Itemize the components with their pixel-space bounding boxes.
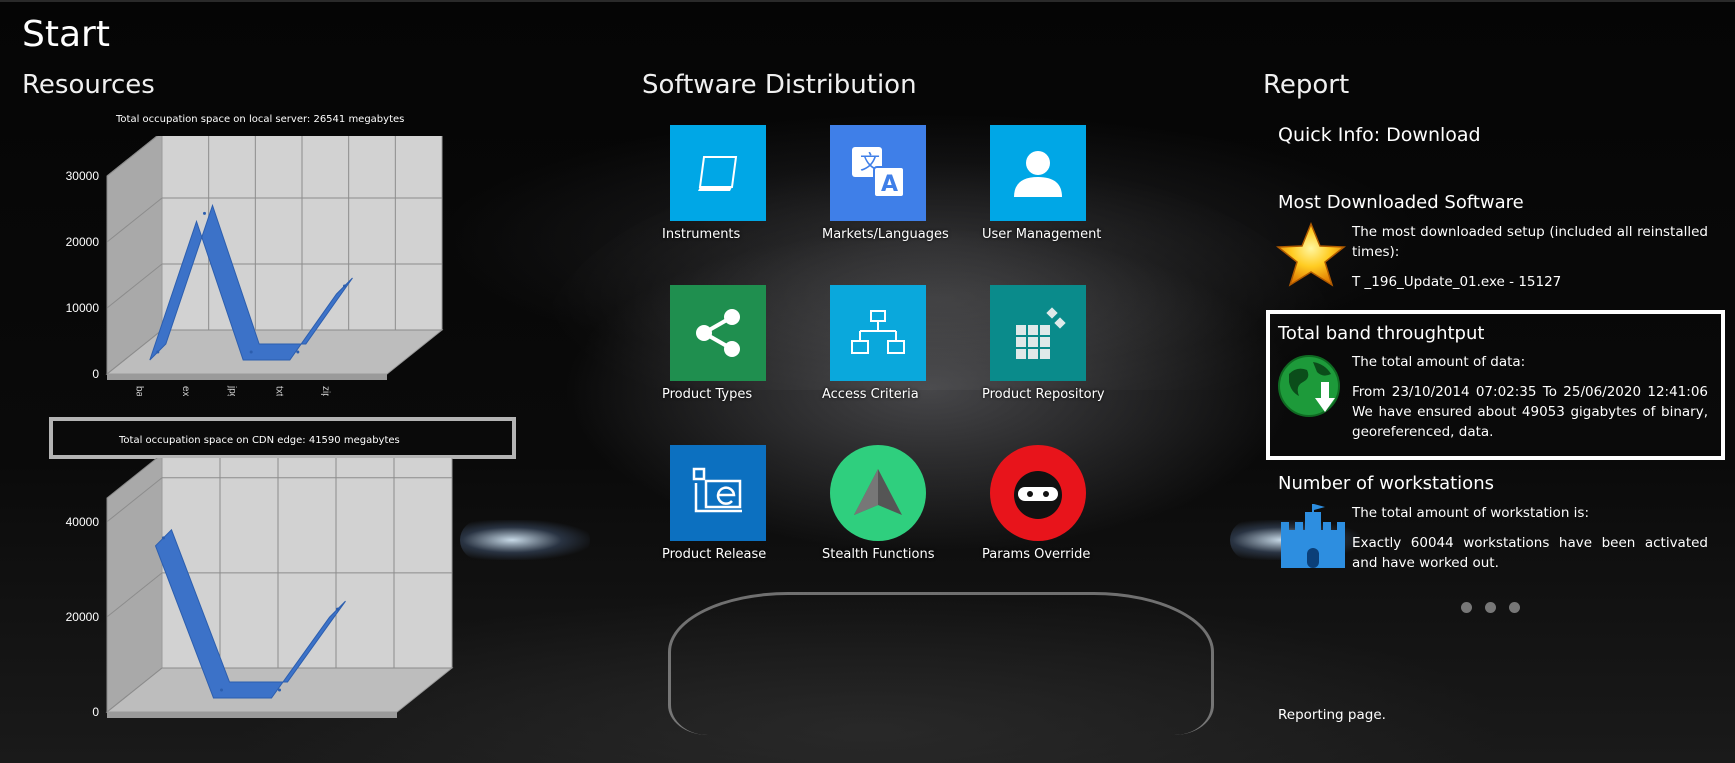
tile-access-criteria[interactable]: Access Criteria <box>822 285 990 402</box>
chart-data-point <box>278 688 281 692</box>
section-title-report: Report <box>1263 70 1350 100</box>
report-quick-info: Quick Info: Download <box>1278 124 1481 146</box>
bandwidth-line2: From 23/10/2014 07:02:35 To 25/06/2020 1… <box>1352 384 1708 440</box>
chart-x-tick-label: exe <box>180 386 191 396</box>
chart-x-tick-label: bat <box>133 386 144 396</box>
share-icon[interactable] <box>670 285 766 381</box>
castle-icon <box>1281 504 1345 568</box>
chart-local-server: 0 10000 20000 30000 bat exe jpg txt zip <box>66 136 444 396</box>
chart-local-server-title: Total occupation space on local server: … <box>116 114 405 125</box>
hierarchy-icon[interactable] <box>830 285 926 381</box>
workstations-heading: Number of workstations <box>1278 473 1494 494</box>
workstations-line2: Exactly 60044 workstations have been act… <box>1352 535 1708 571</box>
tile-params-override[interactable]: Params Override <box>982 445 1150 562</box>
tile-label: Instruments <box>662 227 741 242</box>
star-icon <box>1276 222 1346 287</box>
tile-product-repository[interactable]: Product Repository <box>982 285 1150 402</box>
chart-x-tick-label: zip <box>320 386 331 396</box>
chart-y-tick-label: 0 <box>92 367 99 381</box>
chart-data-point <box>162 536 165 540</box>
ninja-icon[interactable] <box>990 445 1086 541</box>
chart-cdn-edge: 02000040000exetxtbatzip <box>66 458 454 719</box>
workstations-line1: The total amount of workstation is: <box>1352 505 1589 521</box>
most-downloaded-line2: T _196_Update_01.exe - 15127 <box>1352 274 1562 290</box>
chart-floor-edge <box>107 374 387 380</box>
tile-markets-languages[interactable]: 文 A Markets/Languages <box>822 125 990 242</box>
tile-label: Product Repository <box>982 387 1105 402</box>
translate-icon[interactable]: 文A <box>830 125 926 221</box>
tile-label: Params Override <box>982 547 1091 562</box>
chart-y-tick-label: 30000 <box>66 169 100 183</box>
bandwidth-line1: The total amount of data: <box>1352 354 1526 370</box>
chart-y-tick-label: 20000 <box>66 235 100 249</box>
chart-data-point <box>220 688 223 692</box>
chart-cdn-title: Total occupation space on CDN edge: 4159… <box>119 435 400 446</box>
tile-instruments[interactable]: Instruments <box>662 125 830 242</box>
tile-label: Stealth Functions <box>822 547 935 562</box>
chart-data-point <box>296 350 300 354</box>
chart-x-tick-label: txt <box>273 386 284 396</box>
chart-x-tick-label: jpg <box>227 385 238 396</box>
carousel-pager[interactable] <box>1461 598 1533 617</box>
section-title-distribution: Software Distribution <box>642 70 917 100</box>
tile-label: Product Types <box>662 387 753 402</box>
tablet-icon[interactable] <box>670 125 766 221</box>
user-icon[interactable] <box>990 125 1086 221</box>
most-downloaded-heading: Most Downloaded Software <box>1278 192 1524 213</box>
chart-data-point <box>203 211 206 215</box>
chart-y-tick-label: 20000 <box>66 610 100 624</box>
window-top-border <box>0 0 1735 2</box>
chart-data-point <box>249 350 253 354</box>
section-title-resources: Resources <box>22 70 155 100</box>
chart-data-point <box>336 607 339 611</box>
chart-y-tick-label: 10000 <box>66 301 100 315</box>
svg-text:A: A <box>881 172 898 197</box>
tile-product-types[interactable]: Product Types <box>662 285 830 402</box>
chart-side-wall <box>106 458 163 714</box>
chart-y-tick-label: 40000 <box>66 515 100 529</box>
page-title: Start <box>22 14 110 55</box>
globe-download-icon <box>1278 355 1340 417</box>
release-icon[interactable] <box>670 445 766 541</box>
tile-stealth-functions[interactable]: Stealth Functions <box>822 445 990 562</box>
tile-label: Markets/Languages <box>822 227 949 242</box>
tile-user-management[interactable]: User Management <box>982 125 1150 242</box>
chart-data-point <box>156 350 160 354</box>
tile-label: Access Criteria <box>822 387 919 402</box>
carousel-dot[interactable] <box>1509 602 1520 613</box>
cubes-icon[interactable] <box>990 285 1086 381</box>
carousel-dot[interactable] <box>1461 602 1472 613</box>
carousel-dot[interactable] <box>1485 602 1496 613</box>
reporting-footer: Reporting page. <box>1278 707 1386 723</box>
bandwidth-heading: Total band throughtput <box>1278 323 1485 344</box>
chart-data-point <box>343 284 346 288</box>
stealth-icon[interactable] <box>830 445 926 541</box>
car-grille-shape <box>668 592 1214 735</box>
tile-label: Product Release <box>662 547 767 562</box>
chart-y-tick-label: 0 <box>92 705 99 719</box>
tile-label: User Management <box>982 227 1102 242</box>
most-downloaded-line1: The most downloaded setup (included all … <box>1352 224 1708 260</box>
chart-floor-edge <box>107 712 397 718</box>
tile-product-release[interactable]: Product Release <box>662 445 830 562</box>
